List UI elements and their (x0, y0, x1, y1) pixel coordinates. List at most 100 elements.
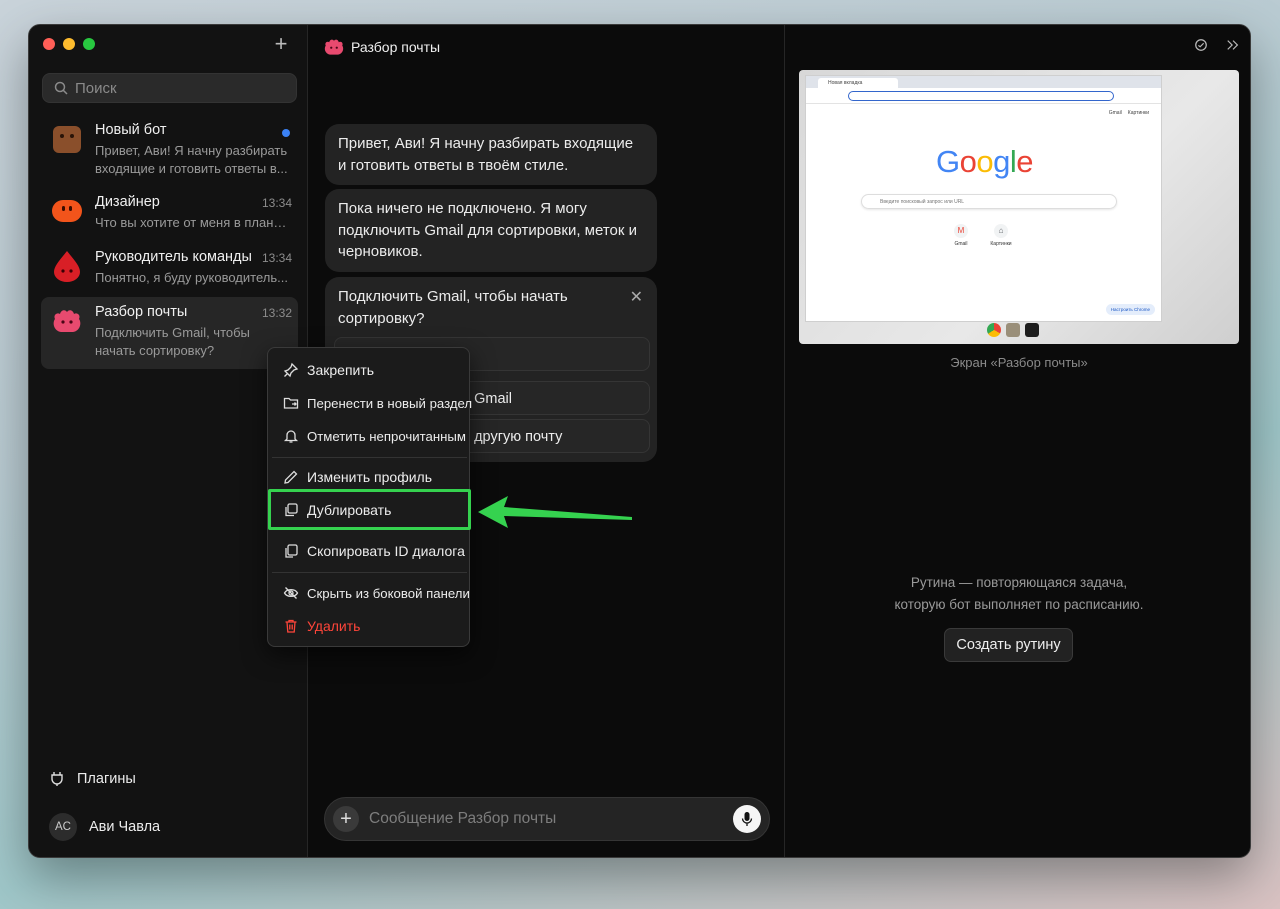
chat-time: 13:34 (261, 251, 292, 265)
close-icon[interactable]: ✕ (630, 287, 643, 307)
menu-item-label: Удалить (307, 618, 361, 634)
chat-item-new-bot[interactable]: Новый бот Привет, Ави! Я начну разбирать… (41, 115, 298, 187)
preview-caption: Экран «Разбор почты» (950, 355, 1088, 370)
shortcut-gmail: M Gmail (954, 224, 968, 247)
pencil-icon (284, 470, 298, 484)
menu-divider (272, 457, 467, 458)
chat-name: Дизайнер (95, 194, 160, 210)
pin-icon (283, 362, 299, 378)
dock (987, 323, 1039, 337)
duplicate-icon (285, 503, 298, 517)
microphone-icon (741, 812, 753, 826)
menu-item-copy-id[interactable]: Скопировать ID диалога (268, 536, 471, 566)
browser-window: Новая вкладка Gmail Картинки Google Введ… (805, 75, 1162, 322)
shortcut-label: Картинки (990, 241, 1012, 247)
chat-name: Руководитель команды (95, 249, 252, 265)
chat-list: Новый бот Привет, Ави! Я начну разбирать… (41, 115, 298, 369)
google-logo: Google (935, 144, 1034, 179)
menu-item-label: Изменить профиль (307, 469, 432, 485)
search-box (42, 73, 297, 103)
bell-icon (283, 430, 299, 443)
chat-header: Разбор почты (323, 37, 440, 57)
routine-text-line: которую бот выполняет по расписанию. (894, 597, 1144, 612)
minimize-window-button[interactable] (63, 38, 75, 50)
bot-message: Пока ничего не подключено. Я могу подклю… (325, 189, 657, 272)
browser-tab: Новая вкладка (818, 78, 898, 88)
avatar: AC (49, 813, 77, 841)
menu-item-pin[interactable]: Закрепить (268, 355, 471, 385)
browser-tabbar: Новая вкладка (806, 76, 1161, 88)
close-window-button[interactable] (43, 38, 55, 50)
menu-item-mark-unread[interactable]: Отметить непрочитанным (268, 421, 471, 451)
copy-icon (285, 544, 298, 558)
chat-name: Разбор почты (95, 304, 188, 320)
routine-description: Рутина — повторяющаяся задача, которую б… (786, 572, 1250, 616)
page-title: Разбор почты (351, 39, 441, 55)
panel-toolbar (1194, 38, 1240, 52)
microphone-button[interactable] (733, 805, 761, 833)
menu-item-move-section[interactable]: Перенести в новый раздел (268, 388, 473, 418)
screen-preview[interactable]: Новая вкладка Gmail Картинки Google Введ… (799, 70, 1239, 344)
chat-item-team-lead[interactable]: Руководитель команды 13:34 Понятно, я бу… (41, 242, 298, 297)
new-chat-button[interactable]: + (271, 33, 291, 55)
menu-item-label: Отметить непрочитанным (307, 428, 466, 444)
attach-button[interactable]: + (333, 806, 359, 832)
bot-avatar-brown (53, 126, 81, 153)
chat-preview: Привет, Ави! Я начну разбирать входящие … (95, 143, 288, 176)
message-composer: + (324, 797, 770, 841)
card-title: Подключить Gmail, чтобы начать сортировк… (338, 288, 568, 327)
user-name: Ави Чавла (89, 819, 161, 835)
chat-item-designer[interactable]: Дизайнер 13:34 Что вы хотите от меня в п… (41, 187, 298, 242)
customize-chrome-button: Настроить Chrome (1105, 304, 1155, 315)
browser-toolbar (806, 88, 1161, 104)
menu-item-label: Скрыть из боковой панели (307, 585, 470, 601)
menu-item-label: Перенести в новый раздел (307, 395, 473, 411)
right-panel: Новая вкладка Gmail Картинки Google Введ… (786, 25, 1250, 857)
bot-avatar-pink (53, 310, 81, 332)
top-link: Gmail (1108, 110, 1122, 116)
terminal-icon (1025, 323, 1039, 337)
menu-item-duplicate[interactable]: Дублировать (268, 495, 471, 525)
eye-off-icon (283, 587, 299, 599)
shortcut-label: Gmail (954, 241, 968, 247)
trash-icon (285, 619, 297, 633)
address-bar (848, 91, 1114, 101)
context-menu: Закрепить Перенести в новый раздел Отмет… (267, 347, 473, 647)
chat-preview: Что вы хотите от меня в плане... (95, 215, 291, 230)
google-top-links: Gmail Картинки (1109, 110, 1149, 116)
chat-name: Новый бот (95, 122, 167, 138)
folder-move-icon (283, 397, 299, 409)
routine-text-line: Рутина — повторяющаяся задача, (910, 575, 1128, 590)
create-routine-button[interactable]: Создать рутину (944, 628, 1073, 662)
check-circle-icon[interactable] (1194, 38, 1208, 52)
menu-divider (272, 572, 467, 573)
chat-preview: Понятно, я буду руководитель... (95, 270, 288, 285)
menu-item-label: Закрепить (307, 362, 375, 378)
menu-item-hide[interactable]: Скрыть из боковой панели (268, 578, 471, 608)
window-controls (43, 38, 95, 50)
menu-item-edit-profile[interactable]: Изменить профиль (268, 462, 471, 492)
chat-preview: Подключить Gmail, чтобы начать сортировк… (95, 325, 250, 358)
maximize-window-button[interactable] (83, 38, 95, 50)
menu-item-label: Дублировать (307, 502, 392, 518)
bot-avatar-orange (52, 200, 82, 222)
arrow-annotation-icon (478, 496, 632, 528)
app-window: + Новый бот Привет, Ави! Я начну разбира… (28, 24, 1251, 858)
search-input[interactable] (75, 79, 275, 97)
chat-time: 13:34 (261, 196, 292, 210)
unread-indicator (282, 129, 290, 137)
message-input[interactable] (369, 810, 733, 828)
user-profile-button[interactable]: AC Ави Чавла (49, 813, 160, 841)
chrome-icon (987, 323, 1001, 337)
bot-message: Привет, Ави! Я начну разбирать входящие … (325, 124, 657, 185)
top-link: Картинки (1127, 110, 1149, 116)
chat-time: 13:32 (261, 306, 292, 320)
google-search-box: Введите поисковый запрос или URL (861, 194, 1117, 209)
shortcut-images: ⌂ Картинки (990, 224, 1012, 247)
collapse-panel-icon[interactable] (1226, 38, 1240, 52)
plug-icon (51, 772, 63, 786)
chat-item-mail-triage[interactable]: Разбор почты 13:32 Подключить Gmail, что… (41, 297, 298, 369)
menu-item-delete[interactable]: Удалить (268, 611, 471, 641)
plugins-button[interactable]: Плагины (49, 771, 136, 787)
plugins-label: Плагины (77, 771, 136, 787)
